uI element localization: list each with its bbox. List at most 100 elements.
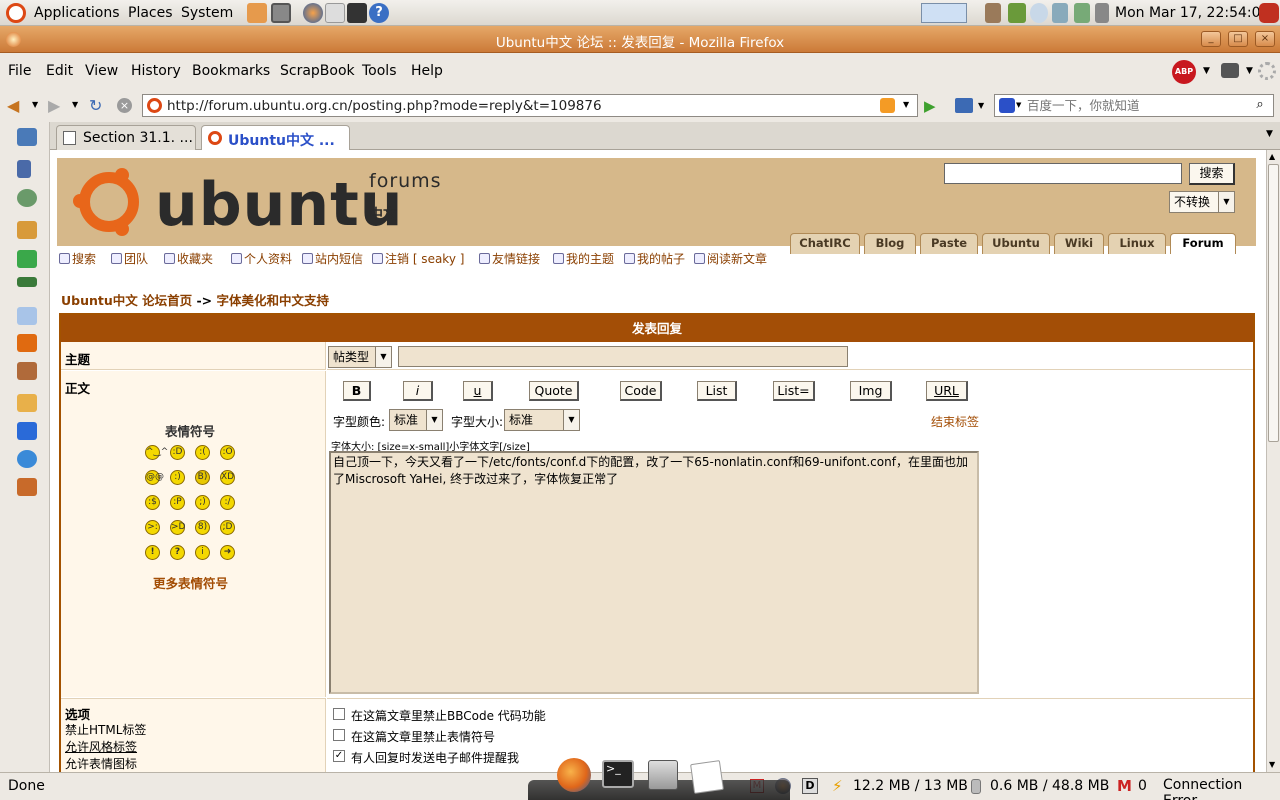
forum-search-button[interactable]: 搜索 — [1189, 163, 1235, 185]
file-manager-dock-icon[interactable] — [648, 760, 678, 790]
menu-file[interactable]: File — [8, 63, 31, 79]
back-button[interactable]: ◀ — [7, 96, 19, 115]
places-menu[interactable]: Places — [128, 5, 173, 21]
smiley-icon[interactable]: B) — [195, 470, 210, 485]
menu-tools[interactable]: Tools — [362, 63, 397, 79]
scroll-up-arrow-icon[interactable]: ▲ — [1269, 152, 1275, 161]
font-size-select[interactable]: 标准 ▼ — [504, 409, 580, 431]
forum-search-input[interactable] — [944, 163, 1182, 184]
nav-logout[interactable]: 注销 [ seaky ] — [372, 250, 464, 267]
subject-input[interactable] — [398, 346, 848, 367]
breadcrumb-forum[interactable]: 字体美化和中文支持 — [217, 293, 330, 308]
nav-links[interactable]: 友情链接 — [479, 250, 540, 267]
breadcrumb-home[interactable]: Ubuntu中文 论坛首页 — [61, 293, 192, 308]
menu-help[interactable]: Help — [411, 63, 443, 79]
underline-button[interactable]: u — [463, 381, 493, 401]
close-button[interactable]: × — [1255, 31, 1275, 47]
ubuntu-menu-icon[interactable] — [6, 3, 26, 23]
sidebar-tool-icon[interactable] — [17, 478, 37, 496]
smiley-icon[interactable]: ;D — [220, 520, 235, 535]
more-smilies-link[interactable]: 更多表情符号 — [153, 573, 228, 592]
smiley-icon[interactable]: XD — [220, 470, 235, 485]
question-icon[interactable]: ? — [170, 545, 185, 560]
system-menu[interactable]: System — [181, 5, 233, 21]
smiley-icon[interactable]: ;) — [195, 495, 210, 510]
sidebar-tool-icon[interactable] — [17, 277, 37, 287]
terminal-launcher-icon[interactable] — [347, 3, 367, 23]
sidebar-tool-icon[interactable] — [17, 307, 37, 325]
menu-view[interactable]: View — [85, 63, 118, 79]
clock[interactable]: Mon Mar 17, 22:54:03 — [1115, 5, 1269, 21]
applications-menu[interactable]: Applications — [34, 5, 120, 21]
url-bar[interactable]: http://forum.ubuntu.org.cn/posting.php?m… — [142, 94, 918, 117]
smiley-icon[interactable]: :D — [170, 445, 185, 460]
disable-bbcode-checkbox[interactable] — [333, 708, 345, 720]
tray-icon[interactable] — [1052, 3, 1068, 23]
tab-ubuntu-forum[interactable]: Ubuntu中文 ... — [201, 125, 350, 151]
post-type-select[interactable]: 帖类型 ▼ — [328, 346, 392, 368]
mail-launcher-icon[interactable] — [325, 3, 345, 23]
scroll-down-arrow-icon[interactable]: ▼ — [1269, 760, 1275, 769]
mail-icon[interactable]: M — [1117, 777, 1132, 795]
smiley-icon[interactable]: :) — [170, 470, 185, 485]
maximize-button[interactable]: □ — [1228, 31, 1248, 47]
convert-select[interactable]: 不转换 ▼ — [1169, 191, 1235, 213]
sidebar-tool-icon[interactable] — [17, 334, 37, 352]
sidebar-tool-icon[interactable] — [17, 189, 37, 207]
forward-button[interactable]: ▶ — [48, 96, 60, 115]
sidebar-tool-icon[interactable] — [17, 221, 37, 239]
chevron-down-icon[interactable]: ▼ — [1246, 66, 1253, 76]
menu-edit[interactable]: Edit — [46, 63, 73, 79]
list-button[interactable]: List — [697, 381, 737, 401]
nav-my-topics[interactable]: 我的主题 — [553, 250, 614, 267]
nav-my-posts[interactable]: 我的帖子 — [624, 250, 685, 267]
img-button[interactable]: Img — [850, 381, 892, 401]
search-icon[interactable]: ⌕ — [1251, 97, 1269, 114]
launcher-icon[interactable] — [247, 3, 267, 23]
smiley-icon[interactable]: :O — [220, 445, 235, 460]
vertical-scrollbar[interactable]: ▲ ▼ — [1266, 150, 1280, 772]
rss-icon[interactable] — [880, 98, 895, 113]
baidu-engine-icon[interactable] — [999, 98, 1015, 113]
search-box[interactable]: ▼ ⌕ — [994, 94, 1274, 117]
italic-button[interactable]: i — [403, 381, 433, 401]
smiley-icon[interactable]: :$ — [145, 495, 160, 510]
screenshot-tool-icon[interactable] — [955, 98, 973, 113]
url-button[interactable]: URL — [926, 381, 968, 401]
sidebar-tool-icon[interactable] — [17, 128, 37, 146]
screenshot-launcher-icon[interactable] — [271, 3, 291, 23]
idea-icon[interactable]: i — [195, 545, 210, 560]
code-button[interactable]: Code — [620, 381, 662, 401]
sidebar-tool-icon[interactable] — [17, 450, 37, 468]
close-tags-link[interactable]: 结束标签 — [931, 413, 979, 430]
camera-icon[interactable] — [1221, 63, 1239, 78]
url-text[interactable]: http://forum.ubuntu.org.cn/posting.php?m… — [167, 98, 602, 114]
sidebar-tool-icon[interactable] — [17, 250, 37, 268]
firefox-launcher-icon[interactable] — [303, 3, 323, 23]
sidebar-tool-icon[interactable] — [17, 160, 31, 178]
smiley-icon[interactable]: 8) — [195, 520, 210, 535]
chevron-down-icon[interactable]: ▼ — [72, 100, 78, 109]
help-launcher-icon[interactable]: ? — [369, 3, 389, 23]
chevron-down-icon[interactable]: ▼ — [32, 100, 38, 109]
addon-status-icon[interactable]: D — [802, 778, 818, 794]
system-monitor-applet[interactable] — [921, 3, 967, 23]
menu-scrapbook[interactable]: ScrapBook — [280, 63, 355, 79]
smiley-icon[interactable]: >D — [170, 520, 185, 535]
exclaim-icon[interactable]: ! — [145, 545, 160, 560]
nav-favorites[interactable]: 收藏夹 — [164, 250, 213, 267]
message-textarea[interactable]: 自己顶一下，今天又看了一下/etc/fonts/conf.d下的配置，改了一下6… — [329, 451, 979, 694]
adblock-button[interactable]: ABP — [1172, 60, 1196, 84]
volume-icon[interactable] — [1095, 3, 1109, 23]
sidebar-tool-icon[interactable] — [17, 422, 37, 440]
menu-history[interactable]: History — [131, 63, 181, 79]
smiley-icon[interactable]: :P — [170, 495, 185, 510]
nav-new-posts[interactable]: 阅读新文章 — [694, 250, 767, 267]
text-editor-dock-icon[interactable] — [690, 760, 724, 794]
disable-smilies-checkbox[interactable] — [333, 729, 345, 741]
arrow-icon[interactable]: ➜ — [220, 545, 235, 560]
notify-reply-checkbox[interactable]: ✓ — [333, 750, 345, 762]
go-button[interactable]: ▶ — [924, 97, 936, 115]
chevron-down-icon[interactable]: ▼ — [903, 100, 909, 109]
minimize-button[interactable]: _ — [1201, 31, 1221, 47]
